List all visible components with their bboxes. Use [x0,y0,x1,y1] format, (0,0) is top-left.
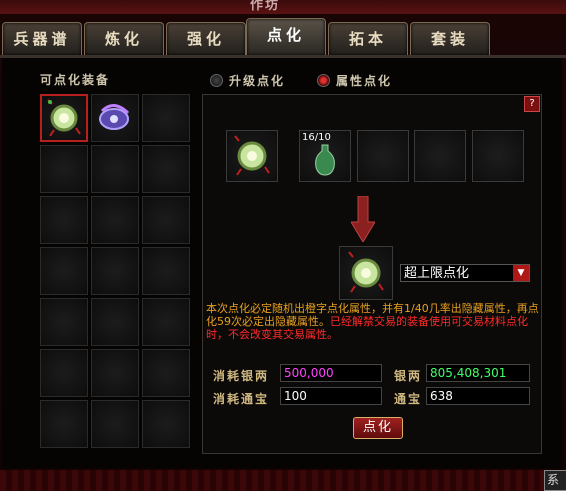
target-equipment-slot[interactable] [226,130,278,182]
fan-item-icon [348,251,384,293]
material-slot[interactable] [414,130,466,182]
equipment-slot[interactable] [91,196,139,244]
own-coupon-label: 通宝 [394,392,423,406]
equipment-slot[interactable] [40,349,88,397]
radio-attribute-indicator[interactable] [317,74,330,87]
radio-attribute[interactable]: 属性点化 [317,72,392,89]
enchant-description: 本次点化必定随机出橙字点化属性，并有1/40几率出隐藏属性，再点化59次必定出隐… [206,302,540,341]
tab-weapons[interactable]: 兵器谱 [2,22,82,55]
tab-set[interactable]: 套装 [410,22,490,55]
equipment-slot[interactable] [142,145,190,193]
equipment-slot-orb[interactable] [91,94,139,142]
equipment-slot[interactable] [142,94,190,142]
tab-rubbing[interactable]: 拓本 [328,22,408,55]
equipment-list-title: 可点化装备 [40,73,111,87]
equipment-slot[interactable] [40,145,88,193]
enchant-button[interactable]: 点化 [353,417,403,439]
enchant-type-select[interactable]: 超上限点化 ▼ [400,264,530,282]
material-slot[interactable] [472,130,524,182]
down-arrow-icon [351,196,375,242]
tab-strengthen[interactable]: 强化 [166,22,246,55]
coupon-cost-value: 100 [280,387,382,405]
fan-item-icon [47,99,81,137]
help-button[interactable]: ? [524,96,540,112]
silver-cost-label: 消耗银两 [213,369,270,383]
tab-bar: 兵器谱 炼化 强化 点化 拓本 套装 [0,18,566,56]
window-title: 作坊 [250,0,281,13]
purple-orb-item-icon [99,104,130,130]
coupon-cost-label: 消耗通宝 [213,392,270,406]
equipment-slot[interactable] [142,196,190,244]
equipment-slot[interactable] [142,349,190,397]
title-bar: 作坊 [0,0,566,14]
material-slot[interactable]: 16/10 [299,130,351,182]
equipment-slot[interactable] [91,145,139,193]
radio-attribute-label: 属性点化 [336,74,393,88]
chevron-down-icon[interactable]: ▼ [513,265,529,281]
equipment-slot-fan[interactable] [40,94,88,142]
equipment-slot[interactable] [40,247,88,295]
result-equipment-slot[interactable] [339,246,393,300]
equipment-slot[interactable] [40,400,88,448]
equipment-slot[interactable] [40,298,88,346]
silver-cost-value: 500,000 [280,364,382,382]
material-slot[interactable] [357,130,409,182]
equipment-slot[interactable] [91,247,139,295]
radio-upgrade-label: 升级点化 [229,74,286,88]
own-silver-label: 银两 [394,369,423,383]
equipment-slot[interactable] [40,196,88,244]
equipment-slot[interactable] [142,400,190,448]
material-count: 16/10 [302,132,331,143]
enchant-type-value: 超上限点化 [404,266,470,281]
equipment-slot[interactable] [91,349,139,397]
equipment-slot[interactable] [142,247,190,295]
system-button[interactable]: 系统 [544,470,566,491]
bottom-bar [0,470,544,491]
equipment-slot[interactable] [142,298,190,346]
tab-enchant[interactable]: 点化 [246,18,326,55]
radio-upgrade-indicator[interactable] [210,74,223,87]
radio-upgrade[interactable]: 升级点化 [210,72,285,89]
equipment-slot[interactable] [91,298,139,346]
fan-item-icon [234,135,270,176]
own-silver-value: 805,408,301 [426,364,530,382]
own-coupon-value: 638 [426,387,530,405]
equipment-slot[interactable] [91,400,139,448]
equipment-grid [40,94,192,450]
tab-refine[interactable]: 炼化 [84,22,164,55]
